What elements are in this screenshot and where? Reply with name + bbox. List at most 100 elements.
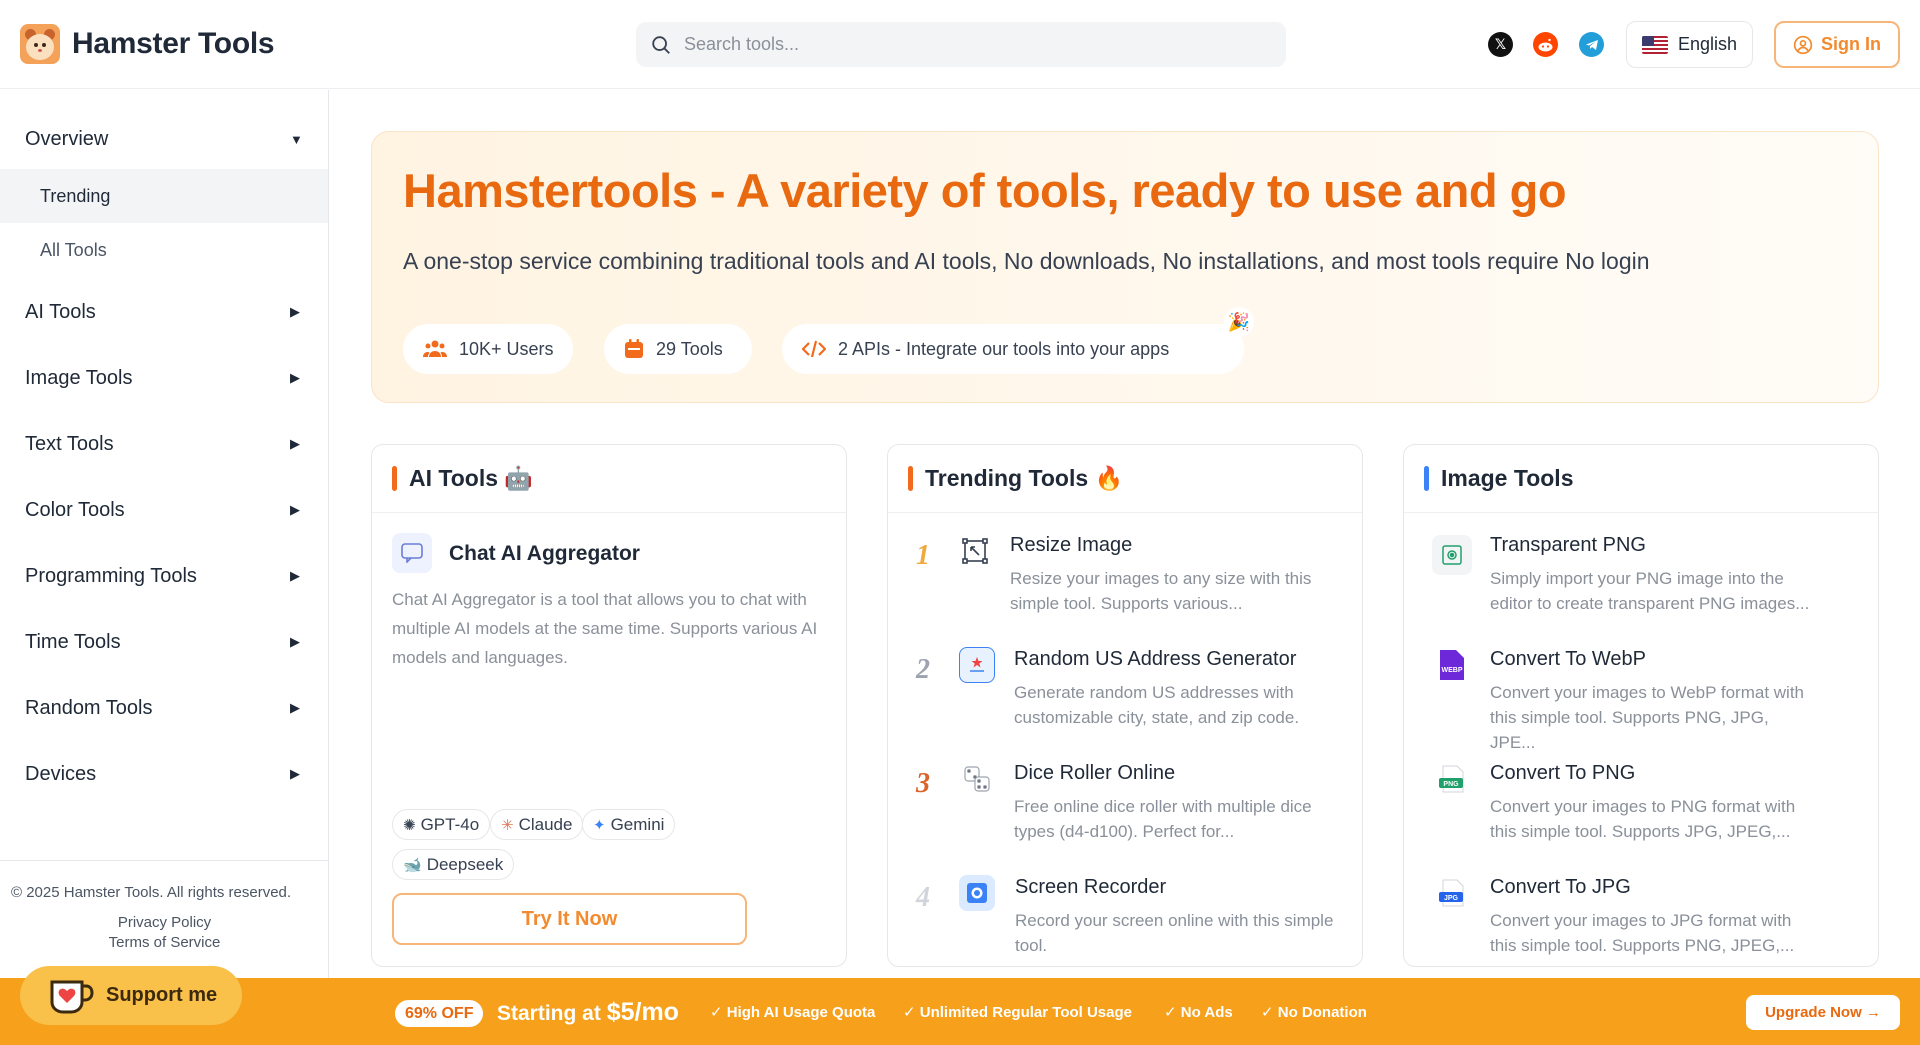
trending-item-resize-image[interactable]: 1 Resize Image Resize your images to any… <box>888 514 1362 624</box>
caret-down-icon: ▼ <box>290 131 303 147</box>
ai-tools-card-title: AI Tools 🤖 <box>409 465 534 491</box>
caret-right-icon: ▶ <box>290 370 300 385</box>
trending-item-dice-roller[interactable]: 3 Dice Roller Online Free online dice ro… <box>888 742 1362 852</box>
check-icon: ✓ <box>1164 1004 1181 1021</box>
jpg-file-icon: JPG <box>1434 875 1470 911</box>
starting-price-text: Starting at $5/mo <box>497 998 679 1027</box>
sidebar-item-trending[interactable]: Trending <box>0 169 328 223</box>
image-item-convert-jpg[interactable]: JPG Convert To JPG Convert your images t… <box>1404 856 1878 966</box>
png-file-icon: PNG <box>1434 761 1470 797</box>
openai-icon: ✺ <box>403 816 416 834</box>
terms-of-service-link[interactable]: Terms of Service <box>0 934 329 951</box>
support-me-button[interactable]: Support me <box>20 966 242 1025</box>
image-item-convert-webp[interactable]: WEBP Convert To WebP Convert your images… <box>1404 628 1878 752</box>
feature-label: No Donation <box>1277 1004 1367 1021</box>
sidebar-item-programming-tools[interactable]: Programming Tools ▶ <box>0 551 329 601</box>
language-selector[interactable]: English <box>1626 21 1753 68</box>
sidebar-item-label: AI Tools <box>25 300 96 323</box>
starting-label: Starting at <box>497 1002 601 1025</box>
section-accent-bar <box>1424 466 1429 491</box>
sidebar-item-random-tools[interactable]: Random Tools ▶ <box>0 683 329 733</box>
sidebar-item-overview[interactable]: Overview ▼ <box>0 114 329 164</box>
check-icon: ✓ <box>903 1004 920 1021</box>
reddit-icon[interactable] <box>1533 32 1558 57</box>
chat-bubble-icon <box>392 533 432 573</box>
image-item-transparent-png[interactable]: Transparent PNG Simply import your PNG i… <box>1404 514 1878 624</box>
brand-name: Hamster Tools <box>72 27 275 60</box>
feature-ai-quota: ✓ High AI Usage Quota <box>710 1003 875 1021</box>
ko-fi-cup-icon <box>48 976 94 1016</box>
caret-right-icon: ▶ <box>290 436 300 451</box>
trending-item-description: Generate random US addresses with custom… <box>1014 683 1300 727</box>
hamster-logo-icon <box>20 24 60 64</box>
caret-right-icon: ▶ <box>290 568 300 583</box>
resize-icon <box>957 533 993 569</box>
ai-tools-card-header: AI Tools 🤖 <box>372 445 846 513</box>
us-flag-icon <box>1642 35 1668 54</box>
caret-right-icon: ▶ <box>290 634 300 649</box>
trending-item-screen-recorder[interactable]: 4 Screen Recorder Record your screen onl… <box>888 856 1362 966</box>
tag-label: Claude <box>518 814 573 834</box>
screen-record-icon <box>959 875 995 911</box>
search-icon <box>652 35 670 54</box>
users-stat-label: 10K+ Users <box>459 338 554 359</box>
tag-label: Deepseek <box>426 854 504 874</box>
telegram-icon[interactable] <box>1579 32 1604 57</box>
chat-ai-aggregator-description: Chat AI Aggregator is a tool that allows… <box>392 590 818 667</box>
image-tools-card-title: Image Tools <box>1441 465 1574 491</box>
tag-label: Gemini <box>610 814 665 834</box>
search-input[interactable] <box>684 34 1244 55</box>
chat-ai-aggregator-title[interactable]: Chat AI Aggregator <box>449 542 640 566</box>
sidebar-item-label: Time Tools <box>25 630 121 653</box>
privacy-policy-link[interactable]: Privacy Policy <box>0 914 329 931</box>
check-icon: ✓ <box>1261 1004 1278 1021</box>
x-twitter-icon[interactable]: 𝕏 <box>1488 32 1513 57</box>
caret-right-icon: ▶ <box>290 766 300 781</box>
tools-stat-pill: 29 Tools <box>604 324 752 374</box>
hero-subtitle: A one-stop service combining traditional… <box>403 248 1650 274</box>
trending-item-description: Resize your images to any size with this… <box>1010 569 1312 613</box>
image-tools-card-header: Image Tools <box>1404 445 1878 513</box>
sidebar-item-ai-tools[interactable]: AI Tools ▶ <box>0 287 329 337</box>
sidebar-item-time-tools[interactable]: Time Tools ▶ <box>0 617 329 667</box>
sidebar-item-label: Color Tools <box>25 498 125 521</box>
party-popper-icon: 🎉 <box>1224 307 1254 337</box>
sidebar-item-label: Image Tools <box>25 366 133 389</box>
users-stat-pill: 10K+ Users <box>403 324 573 374</box>
brand-logo[interactable]: Hamster Tools <box>20 24 275 64</box>
sidebar: Overview ▼ Trending All Tools AI Tools ▶ … <box>0 90 329 978</box>
deepseek-icon: 🐋 <box>403 856 422 874</box>
sidebar-item-label: Text Tools <box>25 432 114 455</box>
upgrade-now-button[interactable]: Upgrade Now → <box>1746 995 1900 1030</box>
section-accent-bar <box>392 466 397 491</box>
sidebar-item-color-tools[interactable]: Color Tools ▶ <box>0 485 329 535</box>
discount-badge: 69% OFF <box>395 1000 484 1027</box>
apis-stat-pill[interactable]: 2 APIs - Integrate our tools into your a… <box>782 324 1244 374</box>
svg-text:PNG: PNG <box>1443 781 1459 788</box>
copyright-text: © 2025 Hamster Tools. All rights reserve… <box>11 884 292 901</box>
trending-item-title: Random US Address Generator <box>1014 648 1297 670</box>
sidebar-footer-divider <box>0 860 329 861</box>
search-bar[interactable] <box>636 22 1286 67</box>
image-item-title: Convert To JPG <box>1490 876 1631 898</box>
image-item-convert-png[interactable]: PNG Convert To PNG Convert your images t… <box>1404 742 1878 852</box>
image-item-title: Transparent PNG <box>1490 534 1646 556</box>
trending-item-random-us-address[interactable]: 2 Random US Address Generator Generate r… <box>888 628 1362 738</box>
rank-badge: 4 <box>916 882 930 913</box>
svg-text:JPG: JPG <box>1444 895 1459 902</box>
sign-in-button[interactable]: Sign In <box>1774 21 1900 68</box>
sidebar-item-image-tools[interactable]: Image Tools ▶ <box>0 353 329 403</box>
image-item-title: Convert To WebP <box>1490 648 1647 670</box>
sidebar-item-all-tools[interactable]: All Tools <box>0 223 328 277</box>
sidebar-item-devices[interactable]: Devices ▶ <box>0 749 329 799</box>
tag-label: GPT-4o <box>420 814 480 834</box>
claude-icon: ✳ <box>501 816 514 834</box>
dice-icon <box>959 761 995 797</box>
try-it-now-button[interactable]: Try It Now <box>392 893 747 945</box>
tag-gpt-4o: ✺ GPT-4o <box>392 809 491 840</box>
language-label: English <box>1678 34 1738 54</box>
sidebar-item-text-tools[interactable]: Text Tools ▶ <box>0 419 329 469</box>
tools-stat-label: 29 Tools <box>656 338 723 359</box>
feature-no-ads: ✓ No Ads <box>1164 1003 1233 1021</box>
image-item-description: Simply import your PNG image into the ed… <box>1490 569 1810 613</box>
